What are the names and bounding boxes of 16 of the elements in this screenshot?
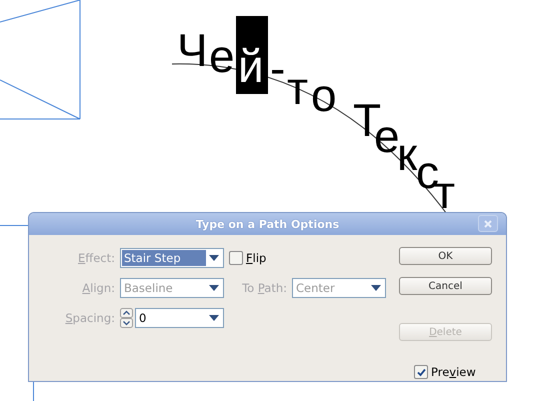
field-label: Effect: <box>77 251 115 265</box>
effect-dropdown[interactable]: Stair Step <box>120 248 224 268</box>
checkbox[interactable] <box>414 365 428 379</box>
checkmark-icon <box>416 368 426 376</box>
field-label: Align: <box>81 281 115 295</box>
spinner-arrows-icon[interactable] <box>120 308 133 328</box>
dialog-title: Type on a Path Options <box>196 218 340 230</box>
spacing-combo-field[interactable]: 0 <box>135 308 224 328</box>
preview-checkbox[interactable]: Preview <box>414 365 492 379</box>
dialog-button[interactable]: Cancel <box>399 277 492 295</box>
flip-checkbox[interactable]: Flip <box>229 251 398 265</box>
close-icon <box>484 220 492 228</box>
field-label: To Path: <box>241 281 287 295</box>
field-label: Spacing: <box>64 311 115 325</box>
dialog-button[interactable]: OK <box>399 247 492 265</box>
checkbox[interactable] <box>229 251 243 265</box>
